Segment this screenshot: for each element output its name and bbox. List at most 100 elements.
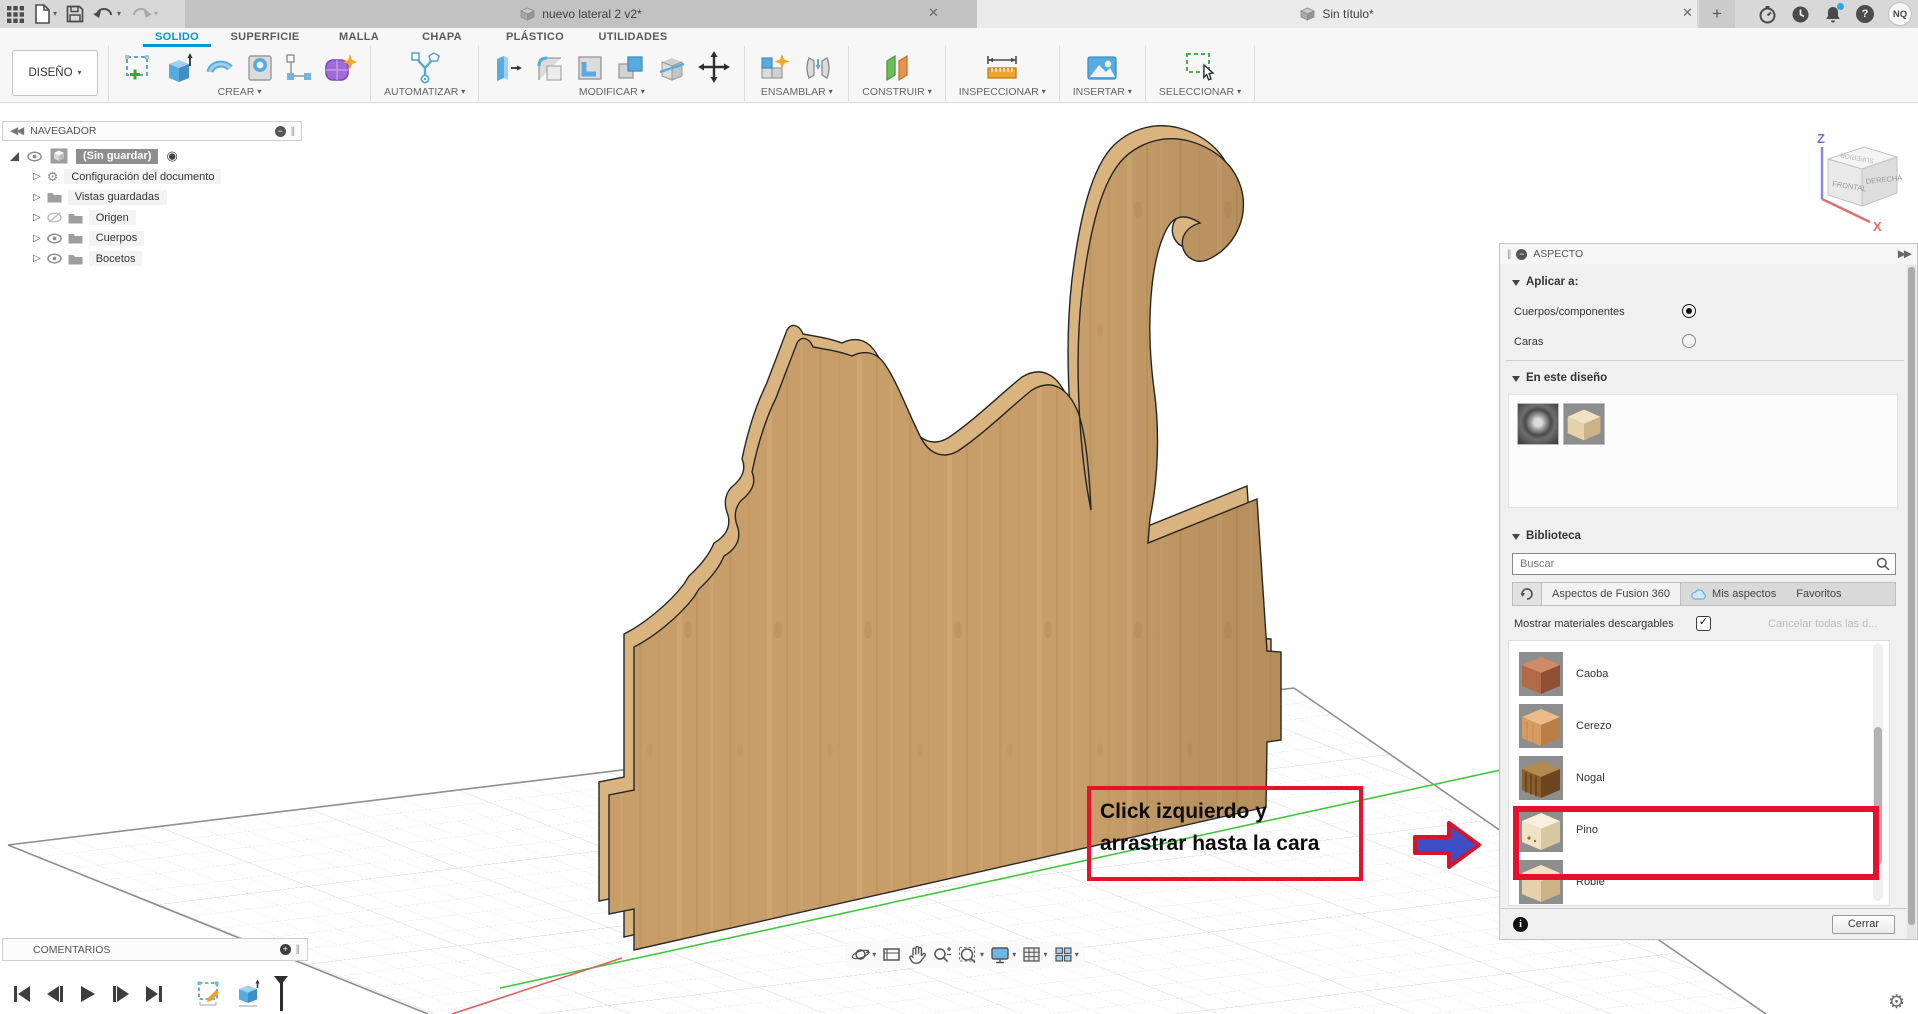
expand-closed-icon[interactable]: ▷ bbox=[33, 212, 41, 223]
document-tab-active[interactable]: nuevo lateral 2 v2* bbox=[185, 0, 977, 28]
panel-grip-icon[interactable]: || bbox=[291, 126, 294, 137]
extrude-icon[interactable] bbox=[163, 52, 195, 84]
redo-icon[interactable]: ▾ bbox=[130, 5, 158, 23]
aspect-header[interactable]: || − ASPECTO ▶▶ bbox=[1500, 244, 1917, 264]
close-button[interactable]: Cerrar bbox=[1832, 915, 1895, 934]
library-tab-fusion[interactable]: Aspectos de Fusion 360 bbox=[1542, 583, 1681, 605]
file-menu-icon[interactable]: ▾ bbox=[34, 4, 57, 24]
group-label-crear[interactable]: CREAR▾ bbox=[218, 84, 262, 101]
radio-bodies[interactable] bbox=[1682, 304, 1696, 318]
shell-icon[interactable] bbox=[574, 52, 606, 84]
press-pull-icon[interactable] bbox=[492, 52, 524, 84]
panel-grip-icon[interactable]: || bbox=[296, 944, 299, 955]
step-back-icon[interactable] bbox=[45, 984, 65, 1004]
timeline-position-marker[interactable] bbox=[274, 976, 288, 1012]
undo-icon[interactable]: ▾ bbox=[93, 5, 121, 23]
group-label-insertar[interactable]: INSERTAR▾ bbox=[1073, 84, 1132, 101]
search-icon[interactable] bbox=[1876, 557, 1890, 571]
zoom-window-icon[interactable]: ▾ bbox=[958, 946, 984, 964]
pattern-icon[interactable] bbox=[284, 52, 314, 84]
combine-icon[interactable] bbox=[615, 52, 647, 84]
info-icon[interactable]: i bbox=[1513, 917, 1528, 932]
move-icon[interactable] bbox=[697, 50, 731, 84]
timeline-sketch-feature-icon[interactable] bbox=[196, 979, 222, 1009]
split-body-icon[interactable] bbox=[656, 52, 688, 84]
construction-plane-icon[interactable] bbox=[881, 52, 913, 84]
material-row-cerezo[interactable]: Cerezo bbox=[1509, 700, 1869, 753]
tree-root-row[interactable]: (Sin guardar) ◉ bbox=[10, 146, 221, 166]
panel-grip-icon[interactable]: || bbox=[1507, 249, 1510, 260]
panel-scrollbar[interactable] bbox=[1907, 265, 1916, 939]
tab-malla[interactable]: MALLA bbox=[339, 31, 379, 43]
display-settings-icon[interactable]: ▾ bbox=[990, 946, 1016, 964]
radio-faces[interactable] bbox=[1682, 334, 1696, 348]
navigator-header[interactable]: ◀◀ NAVEGADOR − || bbox=[2, 121, 302, 141]
skip-to-end-icon[interactable] bbox=[144, 984, 164, 1004]
measure-icon[interactable] bbox=[984, 52, 1020, 84]
form-icon[interactable] bbox=[323, 52, 357, 84]
tab-plastico[interactable]: PLÁSTICO bbox=[506, 31, 564, 43]
in-design-section[interactable]: En este diseño bbox=[1512, 372, 1607, 384]
expand-closed-icon[interactable]: ▷ bbox=[33, 233, 41, 244]
expand-closed-icon[interactable]: ▷ bbox=[33, 253, 41, 264]
tab-chapa[interactable]: CHAPA bbox=[422, 31, 462, 43]
add-comment-icon[interactable]: + bbox=[280, 944, 291, 955]
eye-off-icon[interactable] bbox=[47, 211, 62, 224]
group-label-inspeccionar[interactable]: INSPECCIONAR▾ bbox=[959, 84, 1046, 101]
close-tab-icon[interactable]: ✕ bbox=[1682, 6, 1693, 19]
job-status-icon[interactable] bbox=[1758, 5, 1777, 24]
pan-hand-icon[interactable] bbox=[908, 945, 926, 964]
preferences-gear-icon[interactable]: ⚙ bbox=[1888, 991, 1905, 1014]
group-label-ensamblar[interactable]: ENSAMBLAR▾ bbox=[761, 84, 833, 101]
close-tab-icon[interactable]: ✕ bbox=[928, 6, 939, 19]
grid-settings-icon[interactable]: ▾ bbox=[1022, 946, 1047, 963]
list-scrollbar-thumb[interactable] bbox=[1874, 727, 1882, 865]
look-at-icon[interactable] bbox=[882, 946, 901, 963]
collapse-left-icon[interactable]: ◀◀ bbox=[10, 125, 22, 137]
panel-scrollbar-thumb[interactable] bbox=[1908, 267, 1915, 925]
group-label-automatizar[interactable]: AUTOMATIZAR▾ bbox=[384, 84, 465, 101]
automate-icon[interactable] bbox=[408, 50, 442, 84]
insert-image-icon[interactable] bbox=[1085, 52, 1119, 84]
select-icon[interactable] bbox=[1182, 50, 1218, 84]
tree-item-doc-settings[interactable]: ▷ ⚙ Configuración del documento bbox=[10, 167, 221, 187]
tab-utilidades[interactable]: UTILIDADES bbox=[599, 31, 668, 43]
eye-icon[interactable] bbox=[47, 232, 62, 245]
expand-closed-icon[interactable]: ▷ bbox=[33, 171, 41, 182]
group-label-construir[interactable]: CONSTRUIR▾ bbox=[862, 84, 931, 101]
step-forward-icon[interactable] bbox=[111, 984, 131, 1004]
expand-open-icon[interactable] bbox=[10, 152, 19, 161]
expand-closed-icon[interactable]: ▷ bbox=[33, 192, 41, 203]
recent-activity-icon[interactable] bbox=[1791, 5, 1810, 24]
minimize-panel-icon[interactable]: − bbox=[1516, 249, 1527, 260]
swatch-metal[interactable] bbox=[1517, 403, 1559, 445]
list-scrollbar[interactable] bbox=[1873, 643, 1883, 901]
hole-icon[interactable] bbox=[245, 52, 275, 84]
collapse-right-icon[interactable]: ▶▶ bbox=[1898, 248, 1910, 260]
minimize-panel-icon[interactable]: − bbox=[275, 126, 286, 137]
group-label-modificar[interactable]: MODIFICAR▾ bbox=[579, 84, 645, 101]
root-document-label[interactable]: (Sin guardar) bbox=[76, 149, 158, 164]
skip-to-start-icon[interactable] bbox=[12, 984, 32, 1004]
tree-item-cuerpos[interactable]: ▷ Cuerpos bbox=[10, 228, 221, 248]
orbit-icon[interactable]: ▾ bbox=[851, 945, 876, 964]
revolve-icon[interactable] bbox=[204, 52, 236, 84]
material-row-nogal[interactable]: Nogal bbox=[1509, 752, 1869, 805]
comments-bar[interactable]: COMENTARIOS + || bbox=[2, 938, 308, 961]
material-row-pino[interactable]: Pino bbox=[1509, 804, 1869, 857]
document-tab-inactive[interactable]: Sin título* bbox=[977, 0, 1697, 28]
help-icon[interactable]: ? bbox=[1856, 5, 1874, 23]
tree-item-origen[interactable]: ▷ Origen bbox=[10, 208, 221, 228]
refresh-icon[interactable] bbox=[1513, 583, 1542, 605]
tab-superficie[interactable]: SUPERFICIE bbox=[230, 31, 299, 43]
timeline-extrude-feature-icon[interactable] bbox=[235, 979, 261, 1009]
new-tab-button[interactable]: + bbox=[1699, 0, 1735, 28]
tab-solido[interactable]: SOLIDO bbox=[155, 31, 199, 43]
eye-icon[interactable] bbox=[47, 252, 62, 265]
notifications-bell-icon[interactable] bbox=[1824, 5, 1842, 24]
save-icon[interactable] bbox=[66, 5, 84, 23]
create-sketch-icon[interactable] bbox=[122, 52, 154, 84]
zoom-icon[interactable] bbox=[932, 946, 952, 964]
material-row-caoba[interactable]: Caoba bbox=[1509, 648, 1869, 701]
joint-icon[interactable] bbox=[801, 52, 835, 84]
